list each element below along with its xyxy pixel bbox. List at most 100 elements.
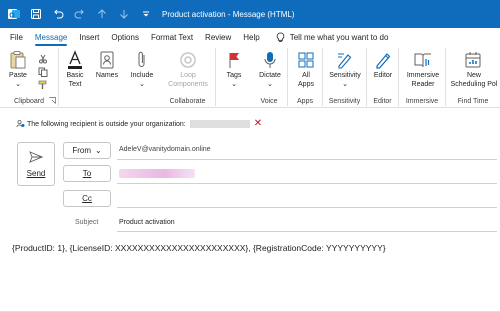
- sensitivity-label: Sensitivity: [329, 72, 361, 79]
- infobar-text: The following recipient is outside your …: [27, 120, 186, 128]
- message-body[interactable]: {ProductID: 1}, {LicenseID: XXXXXXXXXXXX…: [12, 243, 386, 253]
- from-divider: [117, 159, 497, 160]
- basic-text-label-2: Text: [68, 81, 82, 88]
- subject-input[interactable]: Product activation: [119, 219, 175, 226]
- sensitivity-pen-icon: [335, 50, 355, 70]
- save-icon[interactable]: [28, 6, 44, 22]
- immersive-reader-icon: [413, 50, 433, 70]
- microphone-icon: [260, 50, 280, 70]
- tell-me-label: Tell me what you want to do: [289, 32, 389, 42]
- font-color-icon: [65, 50, 85, 70]
- cc-label: Cc: [82, 194, 92, 203]
- tab-insert[interactable]: Insert: [79, 33, 99, 42]
- from-value: AdeleV@vanitydomain.online: [119, 146, 211, 153]
- up-icon[interactable]: [94, 6, 110, 22]
- customize-icon[interactable]: [138, 6, 154, 22]
- send-icon: [29, 150, 44, 165]
- new-sched-label-1: New: [466, 72, 481, 79]
- new-sched-label-2: Scheduling Pol: [450, 81, 498, 88]
- tab-help[interactable]: Help: [243, 33, 259, 42]
- group-voice: Dictate ⌄ Voice: [251, 48, 288, 106]
- subject-field-line: [117, 231, 497, 232]
- tab-format-text[interactable]: Format Text: [151, 33, 193, 42]
- menu-bar: File Message Insert Options Format Text …: [0, 28, 500, 46]
- names-button[interactable]: Names: [95, 50, 119, 80]
- all-apps-label-1: All: [302, 72, 310, 79]
- send-button[interactable]: Send: [17, 142, 55, 186]
- cut-icon[interactable]: [38, 54, 48, 64]
- format-painter-icon[interactable]: [38, 80, 48, 90]
- names-label: Names: [95, 72, 119, 79]
- send-label: Send: [26, 168, 46, 178]
- immersive-label-1: Immersive: [406, 72, 440, 79]
- include-label: Include: [130, 72, 154, 79]
- group-include: Include ⌄: [124, 48, 160, 106]
- dictate-button[interactable]: Dictate ⌄: [257, 50, 283, 89]
- immersive-reader-button[interactable]: Immersive Reader: [403, 50, 443, 89]
- address-book-icon: [97, 50, 117, 70]
- tell-me-search[interactable]: Tell me what you want to do: [276, 32, 389, 43]
- group-label-apps: Apps: [297, 98, 313, 105]
- redo-icon[interactable]: [72, 6, 88, 22]
- sensitivity-button[interactable]: Sensitivity ⌄: [327, 50, 363, 89]
- immersive-label-2: Reader: [411, 81, 435, 88]
- loop-label-1: Loop: [180, 72, 196, 79]
- basic-text-label-1: Basic: [66, 72, 84, 79]
- external-recipient-infobar: The following recipient is outside your …: [0, 118, 500, 130]
- tab-options[interactable]: Options: [111, 33, 139, 42]
- group-basic-text: Basic Text: [59, 48, 89, 106]
- group-collaborate: Loop Components Collaborate: [160, 48, 216, 106]
- window-title: Product activation - Message (HTML): [162, 9, 295, 19]
- to-recipient-redacted[interactable]: [119, 169, 195, 178]
- sensitivity-dropdown-icon[interactable]: ⌄: [342, 80, 348, 89]
- undo-icon[interactable]: [50, 6, 66, 22]
- to-button[interactable]: To: [63, 165, 111, 182]
- all-apps-button[interactable]: All Apps: [294, 50, 318, 89]
- from-dropdown-icon: ⌄: [94, 146, 102, 155]
- group-label-immersive: Immersive: [405, 98, 439, 105]
- group-tags: Tags ⌄: [216, 48, 251, 106]
- tab-review[interactable]: Review: [205, 33, 231, 42]
- all-apps-label-2: Apps: [298, 81, 314, 88]
- cc-field-line[interactable]: [117, 207, 497, 208]
- loop-components-button[interactable]: Loop Components: [166, 50, 210, 89]
- cc-button[interactable]: Cc: [63, 190, 111, 207]
- editor-button[interactable]: Editor: [371, 50, 395, 80]
- title-bar: O Product activation - Message (HTML): [0, 0, 500, 28]
- loop-icon: [178, 50, 198, 70]
- dialog-launcher-icon[interactable]: [49, 97, 56, 104]
- group-sensitivity: Sensitivity ⌄ Sensitivity: [323, 48, 367, 106]
- dictate-dropdown-icon[interactable]: ⌄: [267, 80, 273, 89]
- group-find-time: New Scheduling Pol Find Time: [446, 48, 500, 106]
- tags-label: Tags: [226, 72, 242, 79]
- group-names: Names: [89, 48, 124, 106]
- paperclip-icon: [132, 50, 152, 70]
- include-dropdown-icon[interactable]: ⌄: [139, 80, 145, 89]
- down-icon[interactable]: [116, 6, 132, 22]
- from-label: From: [72, 146, 91, 155]
- basic-text-button[interactable]: Basic Text: [63, 50, 87, 89]
- to-field-line[interactable]: [117, 183, 497, 184]
- lightbulb-icon: [276, 32, 284, 42]
- svg-text:O: O: [9, 12, 15, 19]
- remove-recipient-icon[interactable]: ✕: [254, 119, 262, 129]
- redacted-recipient: [189, 120, 250, 128]
- group-immersive: Immersive Reader Immersive: [399, 48, 446, 106]
- editor-label: Editor: [373, 72, 393, 79]
- tab-file[interactable]: File: [10, 33, 23, 42]
- from-button[interactable]: From ⌄: [63, 142, 111, 159]
- tags-button[interactable]: Tags ⌄: [222, 50, 246, 89]
- include-button[interactable]: Include ⌄: [130, 50, 154, 89]
- paste-button[interactable]: Paste ⌄: [8, 50, 28, 89]
- tags-dropdown-icon[interactable]: ⌄: [231, 80, 237, 89]
- paste-dropdown-icon[interactable]: ⌄: [15, 80, 21, 89]
- group-clipboard: Paste ⌄ Clipboard: [0, 48, 59, 106]
- group-apps: All Apps Apps: [288, 48, 323, 106]
- paste-icon: [8, 50, 28, 70]
- tab-message[interactable]: Message: [34, 33, 68, 46]
- new-scheduling-poll-button[interactable]: New Scheduling Pol: [448, 50, 500, 89]
- group-label-collaborate: Collaborate: [169, 98, 206, 105]
- copy-icon[interactable]: [38, 67, 48, 77]
- group-label-find-time: Find Time: [457, 98, 489, 105]
- group-editor: Editor Editor: [367, 48, 399, 106]
